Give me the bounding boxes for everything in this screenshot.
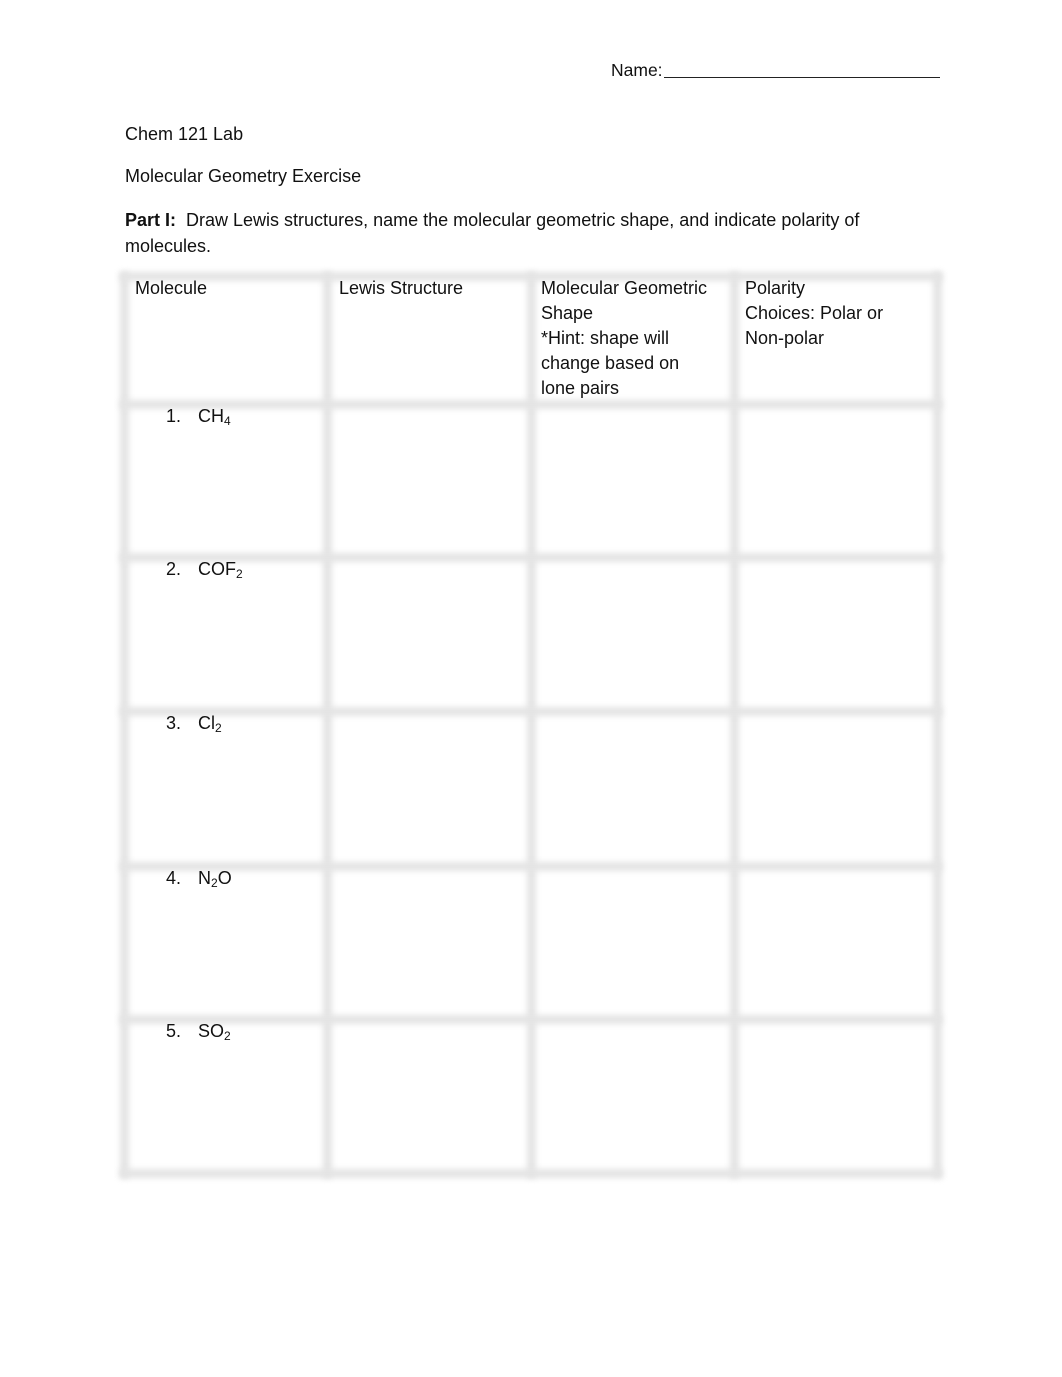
header-line: Lewis Structure <box>339 278 464 298</box>
header-line: Molecular Geometric <box>541 278 708 298</box>
row-number: 1. <box>166 406 182 426</box>
molecule-row-1: 1. CH4 <box>166 406 231 427</box>
molecule-row-2: 2. COF2 <box>166 559 243 580</box>
header-line: *Hint: shape will <box>541 328 670 348</box>
formula-subscript: 2 <box>224 1029 231 1043</box>
formula-element: CH <box>198 406 224 426</box>
formula-element: Cl <box>198 713 215 733</box>
molecule-formula: SO2 <box>198 1021 231 1043</box>
header-lewis-structure: Lewis Structure <box>339 276 463 301</box>
row-number: 4. <box>166 868 182 888</box>
formula-element: SO <box>198 1021 225 1041</box>
header-line: Shape <box>541 303 594 323</box>
formula-subscript: 2 <box>236 567 243 581</box>
header-line: Choices: Polar or <box>745 303 884 323</box>
formula-element: COF <box>198 559 236 579</box>
name-field[interactable]: Name: <box>611 60 940 81</box>
header-line: Molecule <box>135 278 208 298</box>
polarity-cell[interactable] <box>739 1024 929 1164</box>
lewis-structure-cell[interactable] <box>332 1024 522 1164</box>
formula-subscript: 2 <box>211 876 218 890</box>
row-number: 3. <box>166 713 182 733</box>
polarity-cell[interactable] <box>739 409 929 549</box>
molecule-row-5: 5. SO2 <box>166 1021 231 1042</box>
header-line: Non-polar <box>745 328 825 348</box>
table-border-bottom <box>120 1169 942 1178</box>
header-line: Polarity <box>745 278 806 298</box>
geometric-shape-cell[interactable] <box>536 1024 726 1164</box>
polarity-cell[interactable] <box>739 562 929 702</box>
header-molecular-geometric-shape: Molecular Geometric Shape *Hint: shape wil… <box>541 276 736 401</box>
header-polarity: Polarity Choices: Polar or Non-polar <box>745 276 935 351</box>
formula-element: N <box>198 868 211 888</box>
lewis-structure-cell[interactable] <box>332 562 522 702</box>
molecule-formula: CH4 <box>198 406 231 428</box>
header-line: lone pairs <box>541 378 620 398</box>
exercise-title: Molecular Geometry Exercise <box>125 166 362 186</box>
row-divider <box>120 1015 942 1024</box>
part-label: Part I: <box>125 210 177 230</box>
row-divider <box>120 400 942 409</box>
header-line: change based on <box>541 353 680 373</box>
row-divider <box>120 707 942 716</box>
course-title: Chem 121 Lab <box>125 124 244 144</box>
formula-element: O <box>217 868 232 888</box>
row-divider <box>120 862 942 871</box>
lewis-structure-cell[interactable] <box>332 409 522 549</box>
polarity-cell[interactable] <box>739 871 929 1011</box>
part-one-instructions: Part I: Draw Lewis structures, name the … <box>125 207 925 259</box>
geometric-shape-cell[interactable] <box>536 716 726 856</box>
polarity-cell[interactable] <box>739 716 929 856</box>
molecule-row-3: 3. Cl2 <box>166 713 222 734</box>
row-number: 2. <box>166 559 182 579</box>
molecule-formula: N2O <box>198 868 232 890</box>
row-divider <box>120 553 942 562</box>
lewis-structure-cell[interactable] <box>332 871 522 1011</box>
molecule-formula: Cl2 <box>198 713 222 735</box>
formula-subscript: 2 <box>215 721 222 735</box>
instructions-text: Draw Lewis structures, name the molecula… <box>125 210 860 256</box>
formula-subscript: 4 <box>224 414 231 428</box>
geometric-shape-cell[interactable] <box>536 871 726 1011</box>
name-label: Name: <box>611 60 663 80</box>
molecule-formula: COF2 <box>198 559 243 581</box>
lewis-structure-cell[interactable] <box>332 716 522 856</box>
molecule-row-4: 4. N2O <box>166 868 232 889</box>
geometric-shape-cell[interactable] <box>536 409 726 549</box>
geometric-shape-cell[interactable] <box>536 562 726 702</box>
row-number: 5. <box>166 1021 182 1041</box>
header-molecule: Molecule <box>135 276 207 301</box>
molecule-table: Molecule Lewis Structure Molecular Geome… <box>120 272 942 1178</box>
name-blank-line[interactable] <box>663 60 940 78</box>
